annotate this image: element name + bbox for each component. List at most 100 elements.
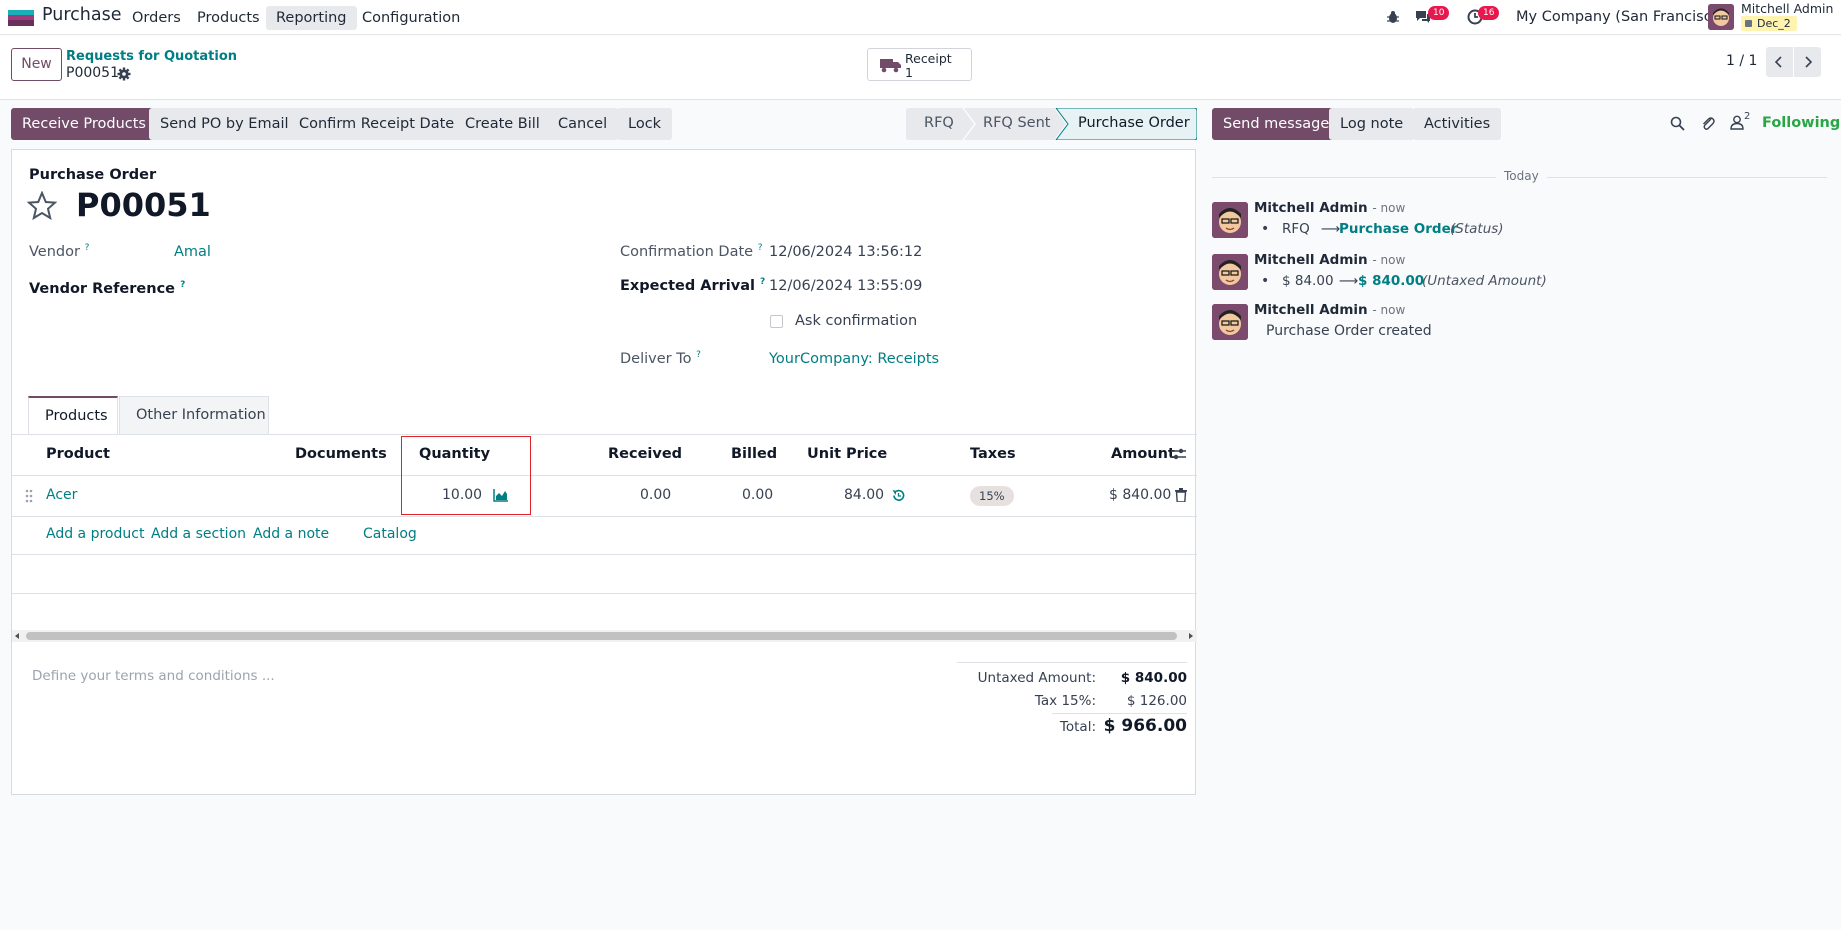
- chevron-right-icon: [1805, 56, 1813, 68]
- ask-confirmation-label[interactable]: Ask confirmation: [795, 313, 917, 329]
- confirm-receipt-date-button[interactable]: Confirm Receipt Date: [288, 108, 466, 140]
- row-received: 0.00: [640, 487, 672, 503]
- activities-button[interactable]: Activities: [1413, 108, 1502, 140]
- menu-orders[interactable]: Orders: [122, 6, 191, 30]
- add-note-link[interactable]: Add a note: [253, 526, 329, 542]
- ask-confirmation-checkbox[interactable]: [770, 315, 783, 328]
- company-switcher[interactable]: My Company (San Francisco): [1516, 9, 1726, 25]
- database-icon: [1745, 20, 1752, 27]
- truck-icon: [880, 59, 901, 73]
- column-billed[interactable]: Billed: [731, 446, 777, 462]
- pager-value[interactable]: 1 / 1: [1726, 53, 1757, 69]
- vendor-field[interactable]: Amal: [174, 244, 211, 260]
- vendor-label: Vendor ?: [29, 243, 90, 260]
- confirmation-date-field[interactable]: 12/06/2024 13:56:12: [769, 244, 922, 260]
- expected-arrival-label: Expected Arrival ?: [620, 277, 766, 294]
- scroll-right-arrow-icon[interactable]: [1188, 633, 1194, 639]
- message-author: Mitchell Admin - now: [1254, 252, 1406, 268]
- tax-value: $ 126.00: [1126, 693, 1187, 709]
- column-taxes[interactable]: Taxes: [970, 446, 1016, 462]
- horizontal-scrollbar[interactable]: [12, 630, 1197, 642]
- drag-handle-icon[interactable]: [25, 489, 33, 503]
- receipt-smart-button[interactable]: Receipt 1: [867, 48, 972, 81]
- tracking-field: (Untaxed Amount): [1422, 273, 1547, 289]
- new-button[interactable]: New: [11, 48, 62, 81]
- send-message-button[interactable]: Send message: [1212, 108, 1341, 140]
- trash-icon[interactable]: [1175, 488, 1187, 502]
- app-name[interactable]: Purchase: [42, 5, 121, 25]
- row-product[interactable]: Acer: [46, 487, 77, 503]
- receipt-label: Receipt: [905, 51, 952, 66]
- tracking-field: (Status): [1450, 221, 1504, 237]
- status-purchase-order[interactable]: Purchase Order: [1078, 115, 1190, 131]
- expected-arrival-field[interactable]: 12/06/2024 13:55:09: [769, 278, 922, 294]
- row-divider-3: [12, 593, 1197, 594]
- vendor-reference-input[interactable]: [174, 278, 574, 300]
- activities-count-badge: 16: [1478, 6, 1500, 20]
- deliver-to-label: Deliver To ?: [620, 350, 701, 367]
- tab-other-information[interactable]: Other Information: [119, 396, 269, 434]
- tracking-bullet: •: [1261, 221, 1270, 237]
- column-received[interactable]: Received: [608, 446, 682, 462]
- user-name[interactable]: Mitchell Admin: [1741, 1, 1833, 16]
- deliver-to-field[interactable]: YourCompany: Receipts: [769, 351, 939, 367]
- column-documents[interactable]: Documents: [295, 446, 387, 462]
- following-button[interactable]: Following: [1762, 115, 1840, 131]
- menu-configuration[interactable]: Configuration: [352, 6, 470, 30]
- receipt-count: 1: [905, 65, 913, 80]
- status-rfq-sent[interactable]: RFQ Sent: [983, 115, 1050, 131]
- scroll-left-arrow-icon[interactable]: [14, 633, 20, 639]
- total-value: $ 966.00: [1103, 716, 1187, 736]
- row-unit-price[interactable]: 84.00: [844, 487, 884, 503]
- pager-next-button[interactable]: [1794, 47, 1821, 77]
- document-name: P00051: [76, 186, 211, 224]
- database-badge: Dec_2: [1741, 16, 1797, 31]
- avatar[interactable]: [1212, 254, 1248, 290]
- column-product[interactable]: Product: [46, 446, 110, 462]
- reset-history-icon[interactable]: [891, 488, 906, 503]
- cancel-button[interactable]: Cancel: [547, 108, 619, 140]
- purchase-app-icon[interactable]: [8, 10, 34, 26]
- debug-bug-icon[interactable]: [1386, 10, 1400, 24]
- paperclip-icon[interactable]: [1701, 115, 1715, 131]
- breadcrumb-parent[interactable]: Requests for Quotation: [66, 49, 237, 64]
- tab-products[interactable]: Products: [28, 396, 118, 435]
- receive-products-button[interactable]: Receive Products: [11, 108, 157, 140]
- menu-reporting[interactable]: Reporting: [266, 6, 357, 30]
- menu-products[interactable]: Products: [187, 6, 270, 30]
- star-priority-icon[interactable]: [27, 191, 57, 221]
- pager-previous-button[interactable]: [1766, 47, 1793, 77]
- gear-icon[interactable]: [117, 67, 131, 81]
- document-type-label: Purchase Order: [29, 167, 157, 183]
- tax-label: Tax 15%:: [1034, 693, 1096, 709]
- message-body: Purchase Order created: [1266, 323, 1432, 339]
- add-product-link[interactable]: Add a product: [46, 526, 144, 542]
- tax-tag[interactable]: 15%: [970, 486, 1014, 506]
- search-icon[interactable]: [1670, 116, 1685, 131]
- optional-columns-sliders-icon[interactable]: [1171, 447, 1186, 461]
- lock-button[interactable]: Lock: [617, 108, 673, 140]
- followers-user-icon[interactable]: [1730, 115, 1744, 130]
- send-po-email-button[interactable]: Send PO by Email: [149, 108, 300, 140]
- date-separator: Today: [1496, 169, 1547, 183]
- column-amount[interactable]: Amount: [1111, 446, 1175, 462]
- row-divider: [12, 516, 1197, 517]
- avatar[interactable]: [1212, 304, 1248, 340]
- form-sheet: Purchase Order P00051 Vendor ? Amal Vend…: [11, 149, 1197, 795]
- avatar[interactable]: [1212, 202, 1248, 238]
- confirmation-date-label: Confirmation Date ?: [620, 243, 763, 260]
- create-bill-button[interactable]: Create Bill: [454, 108, 551, 140]
- scrollbar-thumb[interactable]: [26, 632, 1177, 640]
- tracking-old-value: RFQ: [1282, 221, 1310, 237]
- add-section-link[interactable]: Add a section: [151, 526, 246, 542]
- tab-other-information-label: Other Information: [136, 407, 266, 423]
- column-unit-price[interactable]: Unit Price: [807, 446, 887, 462]
- log-note-button[interactable]: Log note: [1329, 108, 1415, 140]
- catalog-link[interactable]: Catalog: [363, 526, 417, 542]
- chevron-left-icon: [1774, 56, 1782, 68]
- table-row[interactable]: Acer 10.00 0.00 0.00 84.00 15% $ 840.00: [12, 476, 1197, 516]
- tracking-bullet: •: [1261, 273, 1270, 289]
- user-avatar[interactable]: [1708, 4, 1734, 30]
- status-rfq[interactable]: RFQ: [924, 115, 954, 131]
- terms-conditions-input[interactable]: Define your terms and conditions ...: [32, 668, 275, 684]
